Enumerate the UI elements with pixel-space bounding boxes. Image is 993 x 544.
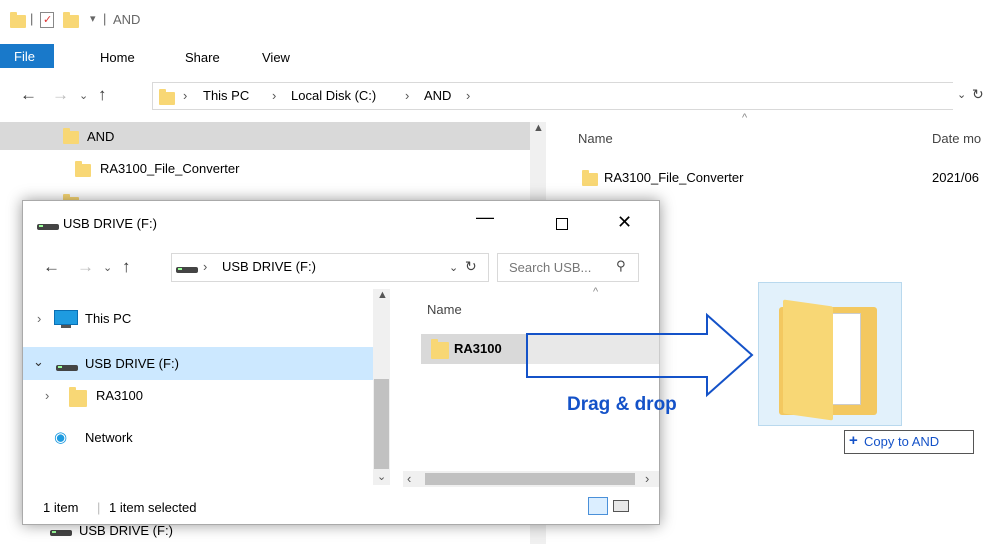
scroll-up-icon[interactable]: ▲	[377, 289, 388, 301]
expand-chevron-icon[interactable]: ›	[37, 311, 41, 326]
tab-view[interactable]: View	[262, 50, 290, 65]
tab-share[interactable]: Share	[185, 50, 220, 65]
details-view-icon[interactable]	[588, 497, 608, 515]
customize-toolbar-icon[interactable]: ▾	[90, 12, 96, 25]
forward-arrow-icon[interactable]: →	[77, 257, 94, 277]
forward-arrow-icon[interactable]: →	[52, 85, 69, 105]
column-header-name[interactable]: Name	[578, 131, 613, 146]
drag-drop-label: Drag & drop	[567, 394, 677, 415]
dropdown-chevron-icon[interactable]: ⌄	[449, 261, 458, 274]
computer-icon	[54, 310, 78, 325]
file-item-name: RA3100	[454, 341, 502, 356]
tree-item-usb-drive[interactable]: USB DRIVE (F:)	[79, 523, 173, 538]
copy-tooltip: + Copy to AND	[844, 430, 974, 454]
sort-caret-icon: ^	[742, 112, 748, 124]
scroll-up-icon[interactable]: ▲	[533, 122, 544, 134]
large-icons-view-icon[interactable]	[613, 500, 629, 512]
file-item-date: 2021/06	[932, 170, 979, 185]
tree-item-ra3100[interactable]: RA3100	[96, 388, 143, 403]
scroll-left-icon[interactable]: ‹	[407, 471, 411, 486]
drag-arrow	[526, 312, 754, 398]
up-arrow-icon[interactable]: ↑	[98, 85, 107, 105]
dropdown-chevron-icon[interactable]: ⌄	[957, 88, 966, 101]
expand-chevron-icon[interactable]: ›	[45, 388, 49, 403]
tree-item-ra3100-file-converter[interactable]: RA3100_File_Converter	[100, 161, 239, 176]
search-icon: ⚲	[616, 258, 626, 273]
tree-item-this-pc[interactable]: This PC	[85, 311, 131, 326]
tree-label: AND	[87, 129, 115, 144]
properties-icon[interactable]: ✓	[40, 12, 54, 28]
close-button[interactable]: ✕	[617, 212, 632, 233]
scroll-right-icon[interactable]: ›	[645, 471, 649, 486]
back-arrow-icon[interactable]: ←	[20, 85, 37, 105]
recent-chevron-icon[interactable]: ⌄	[103, 261, 112, 274]
hscrollbar-thumb[interactable]	[425, 473, 635, 485]
breadcrumb-and[interactable]: AND	[424, 88, 451, 103]
window-title: USB DRIVE (F:)	[63, 216, 157, 231]
back-arrow-icon[interactable]: ←	[43, 257, 60, 277]
folder-icon[interactable]	[10, 12, 26, 28]
scroll-down-icon[interactable]: ⌄	[377, 470, 386, 483]
drive-icon	[176, 267, 198, 273]
folder-icon	[63, 128, 79, 144]
maximize-button[interactable]	[556, 218, 568, 230]
separator: |	[103, 11, 107, 26]
window-title: AND	[113, 12, 141, 27]
tree-label: USB DRIVE (F:)	[85, 356, 179, 371]
status-item-count: 1 item	[43, 500, 79, 515]
search-input[interactable]: Search USB... ⚲	[497, 253, 639, 282]
folder-icon	[75, 161, 91, 177]
folder-icon	[582, 170, 598, 186]
tab-file[interactable]: File	[0, 44, 54, 68]
tab-home[interactable]: Home	[100, 50, 135, 65]
dragged-folder-icon	[758, 282, 902, 426]
status-selected: 1 item selected	[109, 500, 197, 515]
separator: |	[30, 11, 34, 26]
breadcrumb-local-disk[interactable]: Local Disk (C:)	[291, 88, 376, 103]
breadcrumb-usb-drive[interactable]: USB DRIVE (F:)	[222, 259, 316, 274]
column-header-date[interactable]: Date mo	[932, 131, 981, 146]
folder-icon	[431, 339, 449, 359]
sort-caret-icon: ^	[593, 286, 599, 298]
drive-icon	[37, 224, 59, 230]
nav-scrollbar-thumb[interactable]	[374, 379, 389, 469]
network-icon: ◉	[54, 429, 68, 446]
tree-item-usb-drive[interactable]	[23, 347, 373, 380]
drive-icon	[50, 530, 72, 536]
tree-item-network[interactable]: Network	[85, 430, 133, 445]
minimize-button[interactable]: —	[476, 207, 494, 228]
column-header-name[interactable]: Name	[427, 302, 462, 317]
refresh-icon[interactable]: ↻	[465, 258, 477, 275]
new-folder-icon[interactable]	[63, 12, 79, 28]
refresh-icon[interactable]: ↻	[972, 86, 984, 103]
address-bar[interactable]	[171, 253, 489, 282]
collapse-chevron-icon[interactable]: ⌄	[33, 354, 44, 370]
up-arrow-icon[interactable]: ↑	[122, 257, 131, 277]
folder-icon	[69, 387, 87, 407]
recent-chevron-icon[interactable]: ⌄	[79, 89, 88, 102]
file-item-name[interactable]: RA3100_File_Converter	[604, 170, 743, 185]
drive-icon	[56, 365, 78, 371]
breadcrumb-this-pc[interactable]: This PC	[203, 88, 249, 103]
plus-icon: +	[849, 432, 858, 449]
folder-icon	[159, 89, 175, 105]
tree-item-and[interactable]	[0, 122, 530, 150]
